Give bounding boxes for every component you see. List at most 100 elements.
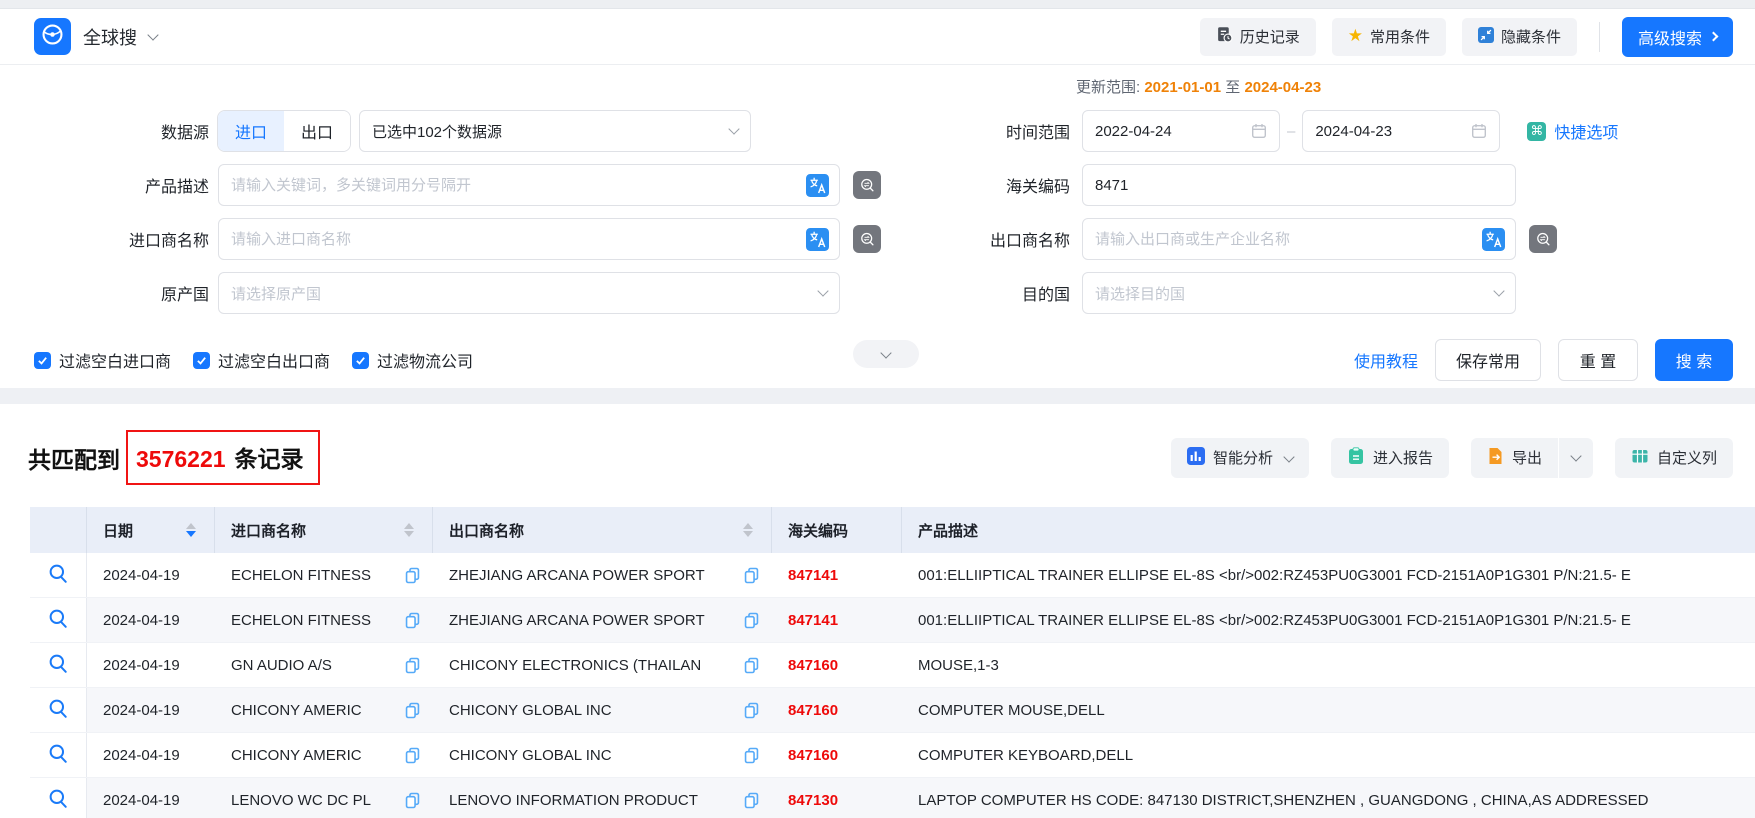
- origin-country-select[interactable]: 请选择原产国: [218, 272, 840, 314]
- translate-icon[interactable]: [806, 174, 829, 197]
- copy-icon[interactable]: [404, 747, 421, 764]
- date-to-input[interactable]: [1315, 123, 1471, 140]
- checkbox-filter-logistics[interactable]: 过滤物流公司: [352, 348, 473, 372]
- row-detail-button[interactable]: [30, 778, 87, 818]
- sort-desc-icon[interactable]: [743, 531, 753, 537]
- copy-icon[interactable]: [743, 792, 760, 809]
- checkbox-filter-blank-importer[interactable]: 过滤空白进口商: [34, 348, 171, 372]
- hs-code-label: 海关编码: [965, 173, 1070, 197]
- row-detail-button[interactable]: [30, 688, 87, 732]
- row-exporter-cell: CHICONY GLOBAL INC: [433, 733, 772, 777]
- hide-filters-button[interactable]: 隐藏条件: [1462, 18, 1577, 56]
- smart-analysis-button[interactable]: 智能分析: [1171, 438, 1309, 478]
- tab-export[interactable]: 出口: [284, 111, 350, 151]
- table-row: 2024-04-19 CHICONY AMERIC CHICONY GLOBAL…: [30, 733, 1755, 778]
- copy-icon[interactable]: [404, 612, 421, 629]
- sort-control[interactable]: [404, 523, 414, 537]
- row-hs-code: 847160: [772, 733, 902, 777]
- sort-asc-icon[interactable]: [404, 523, 414, 529]
- exporter-input[interactable]: [1095, 231, 1503, 248]
- report-icon: [1347, 447, 1365, 469]
- sort-asc-icon[interactable]: [743, 523, 753, 529]
- collapse-filters-pill[interactable]: [853, 340, 919, 368]
- import-export-segmented: 进口 出口: [217, 110, 351, 152]
- checkbox-label: 过滤物流公司: [377, 348, 473, 372]
- chevron-down-icon: [728, 123, 739, 134]
- collapse-icon: [1478, 27, 1494, 47]
- copy-icon[interactable]: [743, 612, 760, 629]
- fuzzy-match-toggle[interactable]: [853, 171, 881, 199]
- row-exporter-cell: ZHEJIANG ARCANA POWER SPORT: [433, 598, 772, 642]
- date-from-input[interactable]: [1095, 123, 1251, 140]
- dest-placeholder: 请选择目的国: [1095, 283, 1185, 304]
- copy-icon[interactable]: [404, 792, 421, 809]
- sort-control[interactable]: [186, 523, 196, 537]
- favorites-button[interactable]: ★ 常用条件: [1332, 18, 1446, 56]
- reset-button[interactable]: 重 置: [1558, 339, 1638, 381]
- export-options-button[interactable]: [1558, 438, 1593, 478]
- row-importer: LENOVO WC DC PL: [231, 792, 371, 809]
- row-exporter: CHICONY ELECTRONICS (THAILAN: [449, 657, 701, 674]
- sort-control[interactable]: [743, 523, 753, 537]
- header-exporter[interactable]: 出口商名称: [433, 507, 772, 553]
- copy-icon[interactable]: [404, 657, 421, 674]
- row-date: 2024-04-19: [87, 778, 215, 818]
- sort-desc-icon[interactable]: [404, 531, 414, 537]
- fuzzy-match-toggle[interactable]: [1529, 225, 1557, 253]
- row-detail-button[interactable]: [30, 643, 87, 687]
- tutorial-link[interactable]: 使用教程: [1354, 348, 1418, 372]
- header-importer[interactable]: 进口商名称: [215, 507, 433, 553]
- app-switcher[interactable]: 全球搜: [83, 24, 157, 50]
- checkbox-label: 过滤空白进口商: [59, 348, 171, 372]
- row-detail-button[interactable]: [30, 553, 87, 597]
- row-exporter: ZHEJIANG ARCANA POWER SPORT: [449, 567, 705, 584]
- search-icon: [48, 698, 69, 723]
- export-button[interactable]: 导出: [1471, 438, 1558, 478]
- date-to-field[interactable]: [1302, 110, 1500, 152]
- filter-actions-row: 过滤空白进口商 过滤空白出口商 过滤物流公司 使用教程 保存常用 重 置 搜 索: [0, 338, 1755, 382]
- header-date[interactable]: 日期: [87, 507, 215, 553]
- advanced-search-button[interactable]: 高级搜索: [1622, 17, 1733, 57]
- row-date: 2024-04-19: [87, 598, 215, 642]
- sort-asc-icon[interactable]: [186, 523, 196, 529]
- custom-columns-button[interactable]: 自定义列: [1615, 438, 1733, 478]
- quick-options-link[interactable]: ⌘ 快捷选项: [1527, 119, 1618, 143]
- copy-icon[interactable]: [743, 747, 760, 764]
- calendar-icon: [1471, 123, 1487, 139]
- translate-icon[interactable]: [806, 228, 829, 251]
- search-icon: [48, 608, 69, 633]
- translate-icon[interactable]: [1482, 228, 1505, 251]
- save-favorite-button[interactable]: 保存常用: [1435, 339, 1541, 381]
- enter-report-button[interactable]: 进入报告: [1331, 438, 1449, 478]
- date-from-field[interactable]: [1082, 110, 1280, 152]
- copy-icon[interactable]: [743, 702, 760, 719]
- copy-icon[interactable]: [404, 702, 421, 719]
- hs-code-input[interactable]: [1095, 177, 1503, 194]
- datasource-select[interactable]: 已选中102个数据源: [359, 110, 751, 152]
- checkbox-filter-blank-exporter[interactable]: 过滤空白出口商: [193, 348, 330, 372]
- dest-country-label: 目的国: [965, 281, 1070, 305]
- row-description: COMPUTER KEYBOARD,DELL: [902, 733, 1755, 777]
- sort-desc-icon[interactable]: [186, 531, 196, 537]
- update-range-to-word: 至: [1225, 79, 1240, 96]
- match-count-suffix: 条记录: [235, 440, 304, 474]
- row-detail-button[interactable]: [30, 598, 87, 642]
- chevron-down-icon: [880, 347, 891, 358]
- star-icon: ★: [1348, 28, 1363, 45]
- fuzzy-match-toggle[interactable]: [853, 225, 881, 253]
- row-detail-button[interactable]: [30, 733, 87, 777]
- row-date: 2024-04-19: [87, 643, 215, 687]
- copy-icon[interactable]: [743, 567, 760, 584]
- tab-import[interactable]: 进口: [218, 111, 284, 151]
- history-button[interactable]: 历史记录: [1200, 18, 1316, 56]
- hide-filters-label: 隐藏条件: [1501, 26, 1561, 47]
- product-desc-input[interactable]: [231, 177, 827, 194]
- importer-input[interactable]: [231, 231, 827, 248]
- dest-country-select[interactable]: 请选择目的国: [1082, 272, 1516, 314]
- row-exporter-cell: ZHEJIANG ARCANA POWER SPORT: [433, 553, 772, 597]
- copy-icon[interactable]: [743, 657, 760, 674]
- table-row: 2024-04-19 ECHELON FITNESS ZHEJIANG ARCA…: [30, 553, 1755, 598]
- row-exporter-cell: LENOVO INFORMATION PRODUCT: [433, 778, 772, 818]
- search-button[interactable]: 搜 索: [1655, 339, 1733, 381]
- copy-icon[interactable]: [404, 567, 421, 584]
